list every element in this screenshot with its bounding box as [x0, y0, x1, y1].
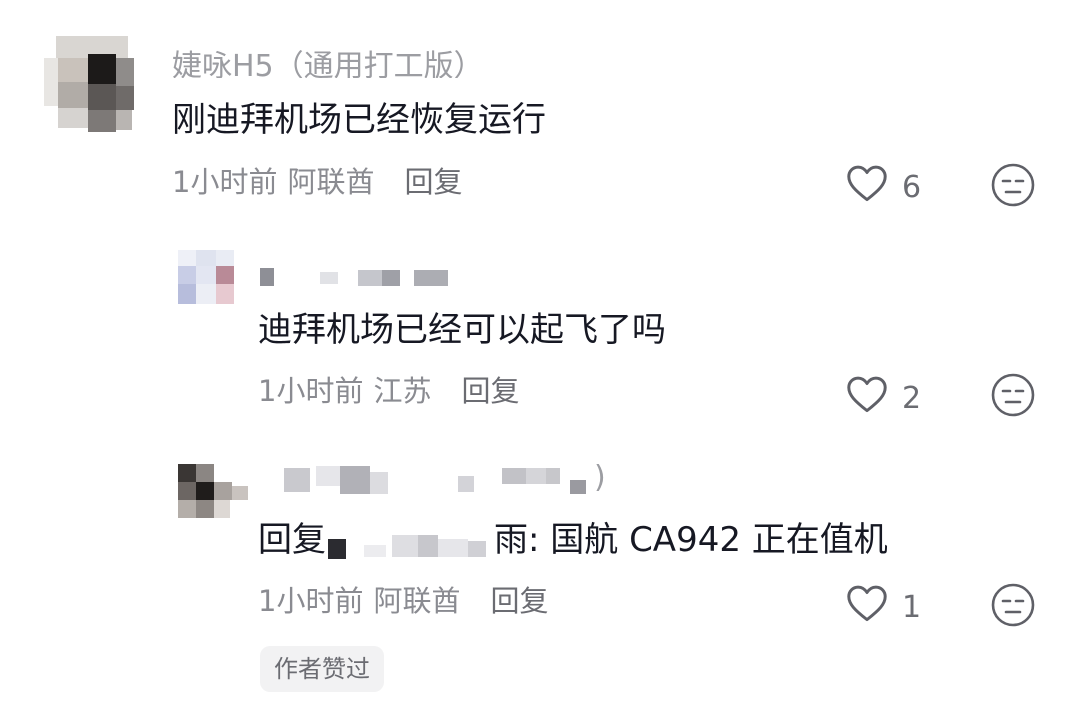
username[interactable]: 婕咏H5（通用打工版）	[172, 44, 484, 79]
comment-meta: 1小时前 阿联酋 回复	[258, 584, 548, 618]
neutral-face-icon	[990, 163, 1036, 212]
reply-prefix: 回复	[258, 520, 326, 560]
like-count: 2	[902, 380, 922, 416]
heart-outline-icon	[846, 374, 902, 422]
avatar[interactable]	[44, 36, 140, 132]
heart-outline-icon	[846, 583, 902, 631]
author-liked-badge: 作者赞过	[260, 646, 384, 692]
heart-outline-icon	[846, 163, 902, 211]
reply-button[interactable]: 回复	[404, 165, 462, 199]
timestamp: 1小时前	[172, 165, 278, 199]
comment-text: 回复 雨: 国航 CA942 正在值机	[258, 520, 918, 560]
username[interactable]	[258, 266, 458, 290]
comment-meta: 1小时前 阿联酋 回复	[172, 165, 462, 199]
reply-text: 雨: 国航 CA942 正在值机	[494, 520, 888, 560]
like-count: 6	[902, 169, 922, 205]
like-count: 1	[902, 589, 922, 625]
like-button[interactable]: 1	[846, 583, 921, 631]
timestamp: 1小时前	[258, 374, 364, 408]
neutral-face-icon	[990, 373, 1036, 422]
comment-text: 刚迪拜机场已经恢复运行	[172, 100, 546, 140]
reply-button[interactable]: 回复	[490, 584, 548, 618]
timestamp: 1小时前	[258, 584, 364, 618]
location: 阿联酋	[373, 584, 461, 618]
mentioned-user[interactable]	[326, 527, 494, 559]
location: 阿联酋	[287, 165, 375, 199]
avatar[interactable]	[178, 250, 234, 306]
comment-meta: 1小时前 江苏 回复	[258, 374, 519, 408]
dislike-button[interactable]	[990, 162, 1036, 212]
reply-button[interactable]: 回复	[461, 374, 519, 408]
dislike-button[interactable]	[990, 372, 1036, 422]
username[interactable]: )	[278, 460, 618, 502]
like-button[interactable]: 6	[846, 163, 921, 211]
neutral-face-icon	[990, 583, 1036, 632]
avatar[interactable]	[178, 464, 250, 520]
dislike-button[interactable]	[990, 582, 1036, 632]
like-button[interactable]: 2	[846, 374, 921, 422]
comment-text: 迪拜机场已经可以起飞了吗	[258, 310, 666, 350]
location: 江苏	[373, 374, 432, 408]
